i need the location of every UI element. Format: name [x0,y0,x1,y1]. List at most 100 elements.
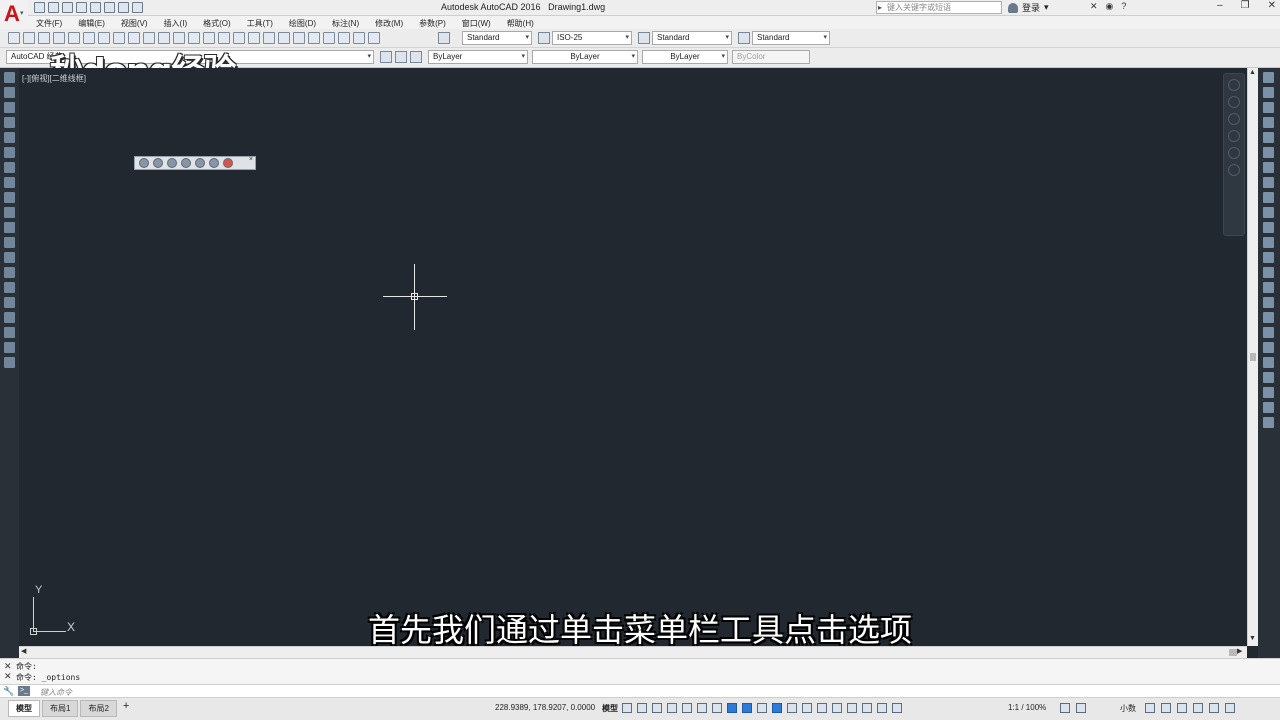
hatch-back-icon[interactable] [1263,417,1274,428]
coordinates-readout[interactable]: 228.9389, 178.9207, 0.0000 [495,703,595,712]
walk-icon[interactable] [1228,164,1240,176]
mleader-style-select[interactable]: Standard ▾ [752,31,830,45]
rectangle-icon[interactable] [4,132,15,143]
draworder-under-icon[interactable] [1263,387,1274,398]
markup-icon[interactable] [338,32,350,44]
open-icon[interactable] [48,2,59,13]
menu-format[interactable]: 格式(O) [195,16,239,29]
auto-scale-icon[interactable] [877,703,887,713]
line-icon[interactable] [4,72,15,83]
design-center-icon[interactable] [293,32,305,44]
tool-palettes-icon[interactable] [308,32,320,44]
zoom-icon[interactable] [1228,113,1240,125]
dynamic-input-icon[interactable] [667,703,677,713]
3dprint-icon[interactable] [98,32,110,44]
table-style-select[interactable]: Standard ▾ [652,31,732,45]
customization-icon[interactable] [1225,703,1235,713]
menu-parametric[interactable]: 参数(P) [411,16,454,29]
help-icon[interactable] [368,32,380,44]
plot-icon[interactable] [53,32,65,44]
point-icon[interactable] [4,267,15,278]
draworder-front-icon[interactable] [1263,342,1274,353]
gear-icon[interactable] [1060,703,1070,713]
steering-wheel-icon[interactable] [1228,79,1240,91]
menu-modify[interactable]: 修改(M) [367,16,411,29]
trim-icon[interactable] [1263,207,1274,218]
zoom-previous-icon[interactable] [263,32,275,44]
polar-icon[interactable] [697,703,707,713]
close-icon[interactable]: ✕ [1268,0,1276,11]
menu-help[interactable]: 帮助(H) [499,16,542,29]
hardware-acceleration-icon[interactable] [1193,703,1203,713]
make-block-icon[interactable] [4,252,15,263]
open-icon[interactable] [23,32,35,44]
menu-window[interactable]: 窗口(W) [454,16,499,29]
lock-ui-icon[interactable] [1161,703,1171,713]
match-properties-icon[interactable] [158,32,170,44]
menu-insert[interactable]: 插入(I) [156,16,196,29]
menu-draw[interactable]: 绘图(D) [281,16,324,29]
a360-icon[interactable]: ◉ [1106,1,1114,12]
publish-icon[interactable] [83,32,95,44]
top-view-icon[interactable] [139,158,149,168]
break-icon[interactable] [1263,252,1274,263]
exchange-icon[interactable]: ✕ [1090,1,1098,12]
ortho-icon[interactable] [682,703,692,713]
undo-icon[interactable] [104,2,115,13]
join-icon[interactable] [1263,267,1274,278]
application-menu-button[interactable]: A ▾ [0,0,28,29]
zoom-realtime-icon[interactable] [233,32,245,44]
showmotion-icon[interactable] [1228,147,1240,159]
undo-icon[interactable] [188,32,200,44]
circle-icon[interactable] [4,162,15,173]
menu-dimension[interactable]: 标注(N) [324,16,367,29]
gradient-icon[interactable] [4,297,15,308]
preview-icon[interactable] [68,32,80,44]
block-editor-icon[interactable] [173,32,185,44]
selection-filter-icon[interactable] [832,703,842,713]
tab-layout1[interactable]: 布局1 [42,700,79,717]
new-icon[interactable] [34,2,45,13]
vertical-scroll-thumb[interactable] [1250,353,1256,361]
restore-icon[interactable]: ❐ [1241,0,1250,11]
polygon-icon[interactable] [4,117,15,128]
right-view-icon[interactable] [181,158,191,168]
paste-icon[interactable] [143,32,155,44]
move-icon[interactable] [1263,147,1274,158]
redo-icon[interactable] [118,2,129,13]
pan-icon[interactable] [218,32,230,44]
model-space-button[interactable]: 模型 [602,703,618,714]
scroll-right-icon[interactable]: ▶ [1237,647,1242,655]
menu-edit[interactable]: 编辑(E) [70,16,113,29]
pan-icon[interactable] [1228,96,1240,108]
scale-icon[interactable] [1263,177,1274,188]
scroll-up-icon[interactable]: ▲ [1249,69,1256,76]
tab-layout2[interactable]: 布局2 [80,700,117,717]
extend-icon[interactable] [1263,222,1274,233]
snap-icon[interactable] [637,703,647,713]
polyline-icon[interactable] [4,102,15,113]
fillet-icon[interactable] [1263,297,1274,308]
grid-icon[interactable] [622,703,632,713]
properties-icon[interactable] [278,32,290,44]
mtext-icon[interactable] [4,342,15,353]
explode-icon[interactable] [1263,327,1274,338]
sw-iso-view-icon[interactable] [223,158,233,168]
isodraft-icon[interactable] [712,703,722,713]
add-selected-icon[interactable] [4,357,15,368]
orbit-icon[interactable] [1228,130,1240,142]
horizontal-scrollbar[interactable]: ◀ ▶ [19,646,1247,658]
3dosnap-icon[interactable] [802,703,812,713]
hatch-icon[interactable] [4,282,15,293]
quickcalc-icon[interactable] [353,32,365,44]
clean-screen-icon[interactable] [1209,703,1219,713]
annotation-scale-icon[interactable] [892,703,902,713]
spline-icon[interactable] [4,192,15,203]
table-icon[interactable] [4,327,15,338]
viewport-controls-label[interactable]: [-][俯视][二维线框] [22,73,86,84]
erase-icon[interactable] [1263,72,1274,83]
rotate-icon[interactable] [1263,162,1274,173]
text-style-select[interactable]: Standard ▾ [462,31,532,45]
otrack-icon[interactable] [727,703,737,713]
back-view-icon[interactable] [209,158,219,168]
